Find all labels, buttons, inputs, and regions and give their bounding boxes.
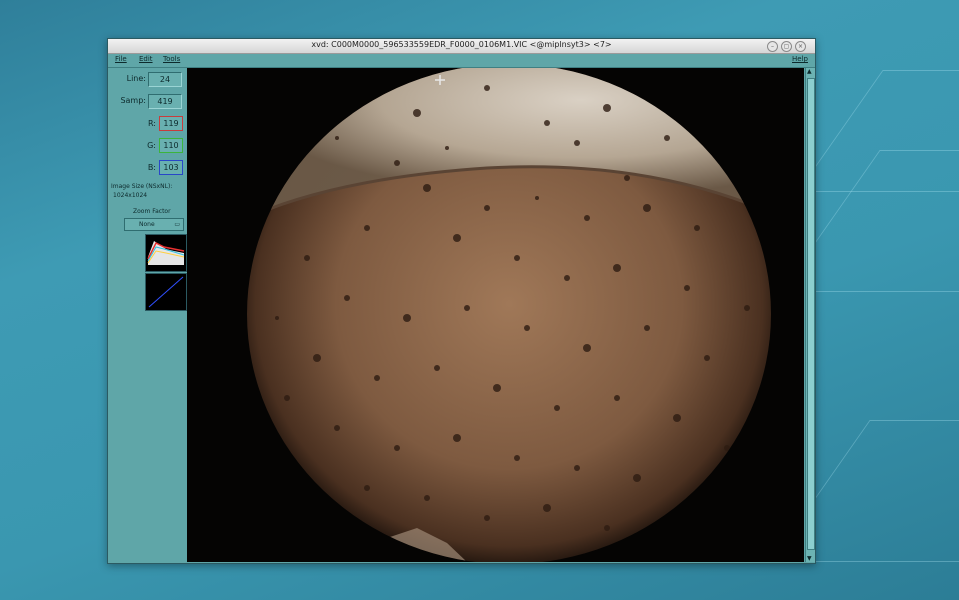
scroll-down-icon[interactable]: ▼ bbox=[807, 555, 812, 562]
zoom-value: None bbox=[139, 221, 155, 228]
histogram-graph bbox=[147, 241, 185, 265]
image-size-label: Image Size (NSxNL): bbox=[111, 183, 173, 190]
info-panel: Line: 24 Samp: 419 R: 119 G: 110 B: 103 … bbox=[108, 68, 187, 562]
zoom-factor-select[interactable]: None ▭ bbox=[124, 218, 184, 231]
minimize-icon[interactable]: – bbox=[767, 41, 778, 52]
menu-edit[interactable]: Edit bbox=[139, 55, 153, 63]
b-label: B: bbox=[147, 163, 156, 172]
image-display-area[interactable] bbox=[187, 68, 804, 562]
b-value: 103 bbox=[159, 160, 183, 175]
vertical-scrollbar[interactable]: ▲ ▼ bbox=[805, 68, 815, 562]
scroll-up-icon[interactable]: ▲ bbox=[807, 68, 812, 75]
mars-surface-image bbox=[187, 68, 804, 562]
r-label: R: bbox=[147, 119, 156, 128]
samp-label: Samp: bbox=[120, 96, 146, 105]
g-value: 110 bbox=[159, 138, 183, 153]
menu-tools[interactable]: Tools bbox=[163, 55, 180, 63]
lookup-table-thumbnail[interactable] bbox=[145, 273, 187, 311]
menu-help[interactable]: Help bbox=[792, 55, 808, 63]
line-value: 24 bbox=[148, 72, 182, 87]
line-label: Line: bbox=[126, 74, 146, 83]
histogram-thumbnail[interactable] bbox=[145, 234, 187, 272]
menu-bar: File Edit Tools Help bbox=[108, 54, 815, 68]
scrollbar-thumb[interactable] bbox=[807, 78, 815, 550]
image-size-value: 1024x1024 bbox=[113, 192, 148, 199]
close-icon[interactable]: × bbox=[795, 41, 806, 52]
samp-value: 419 bbox=[148, 94, 182, 109]
r-value: 119 bbox=[159, 116, 183, 131]
window-title: xvd: C000M0000_596533559EDR_F0000_0106M1… bbox=[311, 40, 612, 49]
window-titlebar[interactable]: xvd: C000M0000_596533559EDR_F0000_0106M1… bbox=[108, 39, 815, 54]
dropdown-icon: ▭ bbox=[174, 221, 180, 228]
image-viewer-window[interactable]: xvd: C000M0000_596533559EDR_F0000_0106M1… bbox=[107, 38, 816, 564]
maximize-icon[interactable]: ▢ bbox=[781, 41, 792, 52]
g-label: G: bbox=[147, 141, 156, 150]
lut-graph bbox=[148, 276, 184, 308]
menu-file[interactable]: File bbox=[115, 55, 127, 63]
desktop-background: xvd: C000M0000_596533559EDR_F0000_0106M1… bbox=[0, 0, 959, 600]
zoom-label: Zoom Factor bbox=[133, 208, 171, 215]
